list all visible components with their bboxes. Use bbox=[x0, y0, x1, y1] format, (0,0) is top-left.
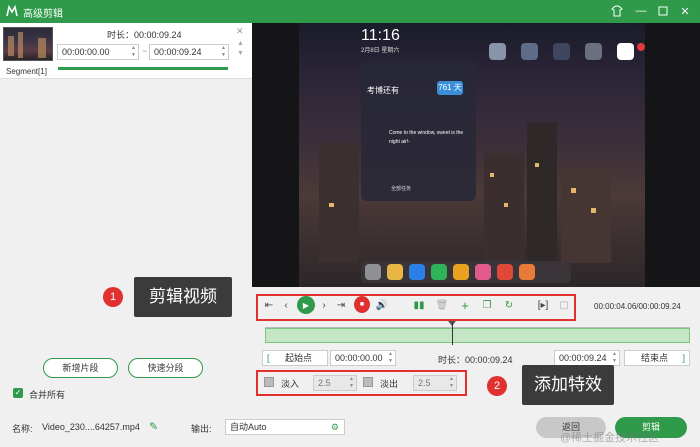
callout-add-effects: 添加特效 bbox=[522, 365, 614, 405]
app-icon bbox=[521, 43, 538, 60]
callout-number-2: 2 bbox=[487, 376, 507, 396]
new-segment-button[interactable]: 新增片段 bbox=[43, 358, 118, 378]
file-name: Video_230....64257.mp4 bbox=[42, 422, 140, 432]
output-settings-icon: ⚙ bbox=[330, 422, 339, 432]
segment-duration: 时长：00:00:09.24 bbox=[107, 30, 182, 40]
timeline-track[interactable] bbox=[265, 328, 690, 343]
watermark: @稀土掘金技术社区 bbox=[560, 432, 660, 444]
todo-widget: 考博还有 761 天 Come to the window, sweet is … bbox=[361, 61, 476, 201]
callout-number-1: 1 bbox=[103, 287, 123, 307]
range-dash: ~ bbox=[142, 46, 148, 56]
minimize-icon[interactable]: — bbox=[634, 4, 648, 18]
calendar-app-icon bbox=[617, 43, 634, 60]
segment-progress bbox=[58, 67, 228, 70]
segment-close-icon[interactable]: ✕ bbox=[236, 26, 244, 37]
range-row: [起始点 00:00:00.00 ▲ ▼ 时长：00:00:09.24 00:00:… bbox=[262, 349, 690, 367]
close-icon[interactable]: ✕ bbox=[678, 4, 692, 18]
name-label: 名称: bbox=[12, 424, 33, 434]
output-label: 输出: bbox=[191, 424, 212, 434]
segment-name: Segment[1] bbox=[6, 67, 47, 76]
video-preview[interactable]: 11:16 2月8日 星期六 考博还有 761 天 Come to the wi… bbox=[252, 23, 700, 287]
rename-pencil-icon[interactable]: ✎ bbox=[149, 420, 158, 433]
control-highlight-box bbox=[256, 294, 576, 321]
shirt-icon[interactable] bbox=[610, 4, 624, 18]
maximize-icon[interactable] bbox=[656, 4, 670, 18]
phone-screen: 11:16 2月8日 星期六 考博还有 761 天 Come to the wi… bbox=[299, 23, 645, 287]
widget-quote: Come to the window, sweet is the night a… bbox=[389, 130, 464, 145]
segment-thumbnail bbox=[3, 27, 53, 61]
merge-all-checkbox[interactable]: ✓ bbox=[13, 388, 23, 398]
weibo-app-icon bbox=[453, 264, 469, 280]
output-select[interactable]: 自动Auto ⚙ bbox=[225, 419, 345, 435]
wechat-app-icon bbox=[431, 264, 447, 280]
app-icon bbox=[585, 43, 602, 60]
title-bar: 高级剪辑 — ✕ bbox=[0, 0, 700, 23]
app-icon bbox=[497, 264, 513, 280]
appstore-app-icon bbox=[409, 264, 425, 280]
segment-end-field[interactable]: 00:00:09.24 ▲ ▼ bbox=[149, 44, 229, 60]
set-start-button[interactable]: [起始点 bbox=[262, 350, 328, 366]
segment-down-icon[interactable]: ▼ bbox=[237, 50, 244, 57]
quick-split-button[interactable]: 快速分段 bbox=[128, 358, 203, 378]
set-end-button[interactable]: 结束点] bbox=[624, 350, 690, 366]
app-logo-icon bbox=[6, 4, 18, 17]
widget-days: 761 天 bbox=[437, 81, 463, 95]
segment-up-icon[interactable]: ▲ bbox=[237, 40, 244, 47]
window-title: 高级剪辑 bbox=[23, 9, 63, 20]
app-icon bbox=[519, 264, 535, 280]
left-panel: 时长：00:00:09.24 00:00:00.00 ▲ ▼ ~ 00:00:09.… bbox=[0, 23, 252, 447]
app-icon bbox=[637, 43, 645, 51]
widget-all-tasks: 全部任务 bbox=[391, 186, 412, 192]
phone-clock: 11:16 bbox=[361, 27, 400, 44]
bottom-bar: 名称: Video_230....64257.mp4 ✎ 输出: 自动Auto … bbox=[0, 413, 700, 447]
effects-highlight-box bbox=[256, 370, 467, 396]
segment-card[interactable]: 时长：00:00:09.24 00:00:00.00 ▲ ▼ ~ 00:00:09.… bbox=[0, 23, 252, 79]
app-icon bbox=[489, 43, 506, 60]
range-end-field[interactable]: 00:00:09.24 ▲ ▼ bbox=[554, 350, 620, 366]
widget-title: 考博还有 bbox=[367, 86, 399, 95]
segment-start-field[interactable]: 00:00:00.00 ▲ ▼ bbox=[57, 44, 139, 60]
player-time: 00:00:04.06/00:00:09.24 bbox=[594, 302, 681, 311]
phone-dock bbox=[361, 261, 571, 283]
range-start-field[interactable]: 00:00:00.00 ▲ ▼ bbox=[330, 350, 396, 366]
callout-edit-video: 剪辑视频 bbox=[134, 277, 232, 317]
photos-app-icon bbox=[387, 264, 403, 280]
range-duration: 时长：00:00:09.24 bbox=[438, 355, 513, 365]
phone-date: 2月8日 星期六 bbox=[361, 48, 400, 54]
settings-app-icon bbox=[365, 264, 381, 280]
playhead[interactable] bbox=[452, 322, 453, 345]
merge-all-label: 合并所有 bbox=[29, 390, 66, 400]
app-icon bbox=[553, 43, 570, 60]
app-icon bbox=[475, 264, 491, 280]
